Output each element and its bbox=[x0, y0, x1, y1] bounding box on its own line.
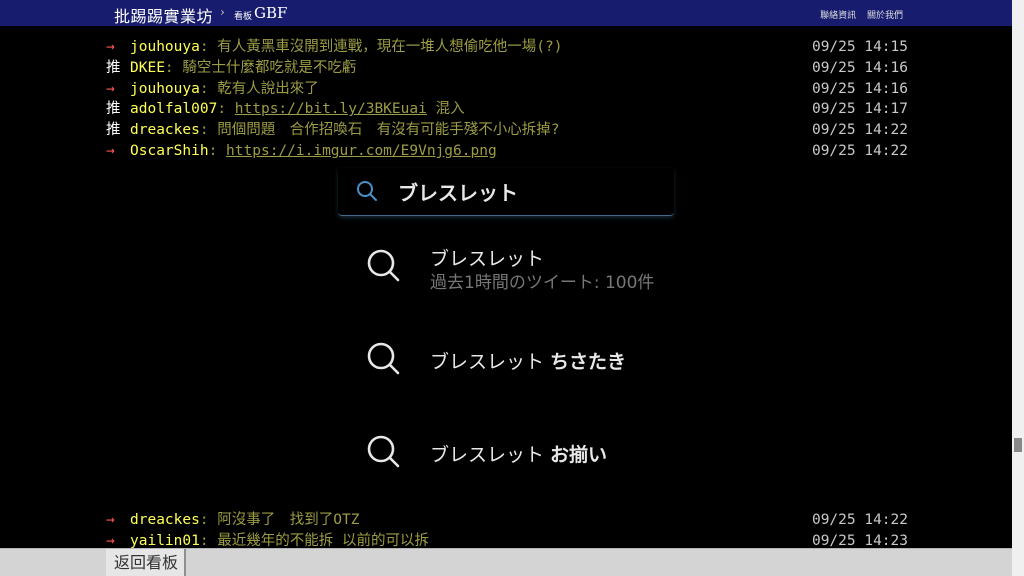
search-suggestion-item[interactable]: ブレスレット 過去1時間のツイート: 100件 bbox=[338, 228, 674, 306]
search-icon bbox=[367, 435, 400, 468]
push-content: : 阿沒事了 找到了OTZ bbox=[200, 512, 360, 528]
push-row: → jouhouya: 乾有人說出來了 09/25 14:16 bbox=[106, 79, 908, 99]
push-tag: 推 bbox=[106, 59, 121, 76]
push-text: : bbox=[217, 101, 235, 118]
push-userid: OscarShih bbox=[130, 143, 209, 159]
push-content: : 最近幾年的不能拆 以前的可以拆 bbox=[200, 533, 429, 549]
board-label: 看板 bbox=[234, 12, 253, 22]
push-content: : https://bit.ly/3BKEuai 混入 bbox=[217, 101, 464, 117]
push-userid: dreackes bbox=[130, 512, 200, 528]
suggestion-main: ブレスレット bbox=[430, 351, 551, 373]
push-text-after: 混入 bbox=[426, 101, 465, 118]
about-link[interactable]: 關於我們 bbox=[867, 11, 903, 21]
bottom-bar: 返回看板 bbox=[0, 548, 1012, 576]
push-datetime: 09/25 14:22 bbox=[811, 143, 908, 159]
search-input[interactable]: ブレスレット bbox=[338, 168, 674, 216]
push-userid: jouhouya bbox=[130, 80, 200, 97]
site-title-link[interactable]: 批踢踢實業坊 bbox=[114, 3, 213, 27]
push-link[interactable]: https://bit.ly/3BKEuai bbox=[235, 101, 427, 117]
push-userid: DKEE bbox=[130, 59, 165, 76]
suggestion-bold: お揃い bbox=[550, 444, 608, 466]
push-row: 推 DKEE: 騎空士什麼都吃就是不吃虧 09/25 14:16 bbox=[106, 58, 908, 78]
push-datetime: 09/25 14:22 bbox=[811, 512, 908, 528]
search-query-text: ブレスレット bbox=[398, 181, 518, 205]
push-row: 推 dreackes: 問個問題 合作招喚石 有沒有可能手殘不小心拆掉? 09/25… bbox=[106, 120, 908, 140]
board-name-link[interactable]: GBF bbox=[254, 4, 287, 22]
push-datetime: 09/25 14:22 bbox=[811, 122, 908, 139]
suggestion-text: ブレスレット bbox=[430, 248, 545, 270]
push-tag: → bbox=[106, 39, 115, 55]
search-icon bbox=[367, 249, 400, 282]
suggestion-text: ブレスレット お揃い bbox=[430, 440, 607, 467]
push-tag: 推 bbox=[106, 101, 121, 118]
push-content: : 騎空士什麼都吃就是不吃虧 bbox=[165, 60, 356, 76]
search-suggestion-item[interactable]: ブレスレット お揃い bbox=[338, 414, 674, 492]
push-userid: jouhouya bbox=[130, 39, 200, 55]
push-userid: adolfal007 bbox=[130, 101, 218, 118]
push-row: → OscarShih: https://i.imgur.com/E9Vnjg6.… bbox=[106, 141, 908, 161]
top-links: 聯絡資訊 關於我們 bbox=[812, 8, 903, 21]
suggestion-main: ブレスレット bbox=[430, 444, 551, 466]
push-content: : https://i.imgur.com/E9Vnjg6.png bbox=[209, 143, 497, 159]
push-text: : 最近幾年的不能拆 以前的可以拆 bbox=[199, 532, 430, 549]
search-suggestion-item[interactable]: ブレスレット ちさたき bbox=[338, 321, 674, 399]
push-text: : 阿沒事了 找到了OTZ bbox=[199, 512, 360, 528]
push-text: : 乾有人說出來了 bbox=[199, 80, 319, 97]
push-text: : 問個問題 合作招喚石 有沒有可能手殘不小心拆掉? bbox=[199, 122, 560, 139]
push-userid: yailin01 bbox=[130, 532, 200, 549]
push-datetime: 09/25 14:16 bbox=[811, 80, 908, 97]
push-row: 推 adolfal007: https://bit.ly/3BKEuai 混入 09… bbox=[106, 99, 908, 119]
push-row: → dreackes: 阿沒事了 找到了OTZ 09/25 14:22 bbox=[106, 510, 908, 530]
push-content: : 有人黃黑車沒開到連戰，現在一堆人想偷吃他一場(?) bbox=[200, 39, 563, 55]
back-to-board-button[interactable]: 返回看板 bbox=[106, 549, 186, 576]
scrollbar-thumb[interactable] bbox=[1014, 438, 1022, 452]
push-content: : 乾有人說出來了 bbox=[200, 81, 319, 97]
push-datetime: 09/25 14:16 bbox=[811, 59, 908, 76]
search-icon bbox=[367, 342, 400, 375]
page-scrollbar[interactable] bbox=[1012, 0, 1024, 576]
push-text: : 騎空士什麼都吃就是不吃虧 bbox=[164, 59, 357, 76]
push-tag: → bbox=[106, 143, 115, 159]
push-tag: 推 bbox=[106, 122, 121, 139]
contact-link[interactable]: 聯絡資訊 bbox=[820, 11, 856, 21]
push-text: : bbox=[208, 143, 227, 159]
suggestion-text: ブレスレット ちさたき bbox=[430, 347, 626, 374]
search-suggestion-panel: ブレスレット ブレスレット 過去1時間のツイート: 100件 ブレスレット ちさ… bbox=[338, 168, 674, 498]
push-tag: → bbox=[106, 80, 115, 97]
push-tag: → bbox=[106, 512, 115, 528]
push-content: : 問個問題 合作招喚石 有沒有可能手殘不小心拆掉? bbox=[200, 122, 560, 138]
push-link[interactable]: https://i.imgur.com/E9Vnjg6.png bbox=[226, 143, 497, 159]
suggestion-subtext: 過去1時間のツイート: 100件 bbox=[430, 273, 655, 293]
push-row: → jouhouya: 有人黃黑車沒開到連戰，現在一堆人想偷吃他一場(?) 09/2… bbox=[106, 37, 908, 57]
breadcrumb-separator: › bbox=[220, 5, 225, 19]
push-datetime: 09/25 14:17 bbox=[811, 101, 908, 118]
push-datetime: 09/25 14:15 bbox=[811, 39, 908, 55]
top-nav-bar: 批踢踢實業坊 › 看板 GBF 聯絡資訊 關於我們 bbox=[0, 0, 1012, 26]
push-text: : 有人黃黑車沒開到連戰，現在一堆人想偷吃他一場(?) bbox=[199, 39, 563, 55]
suggestion-bold: ちさたき bbox=[550, 351, 627, 373]
push-userid: dreackes bbox=[130, 122, 200, 139]
search-icon bbox=[357, 181, 377, 201]
